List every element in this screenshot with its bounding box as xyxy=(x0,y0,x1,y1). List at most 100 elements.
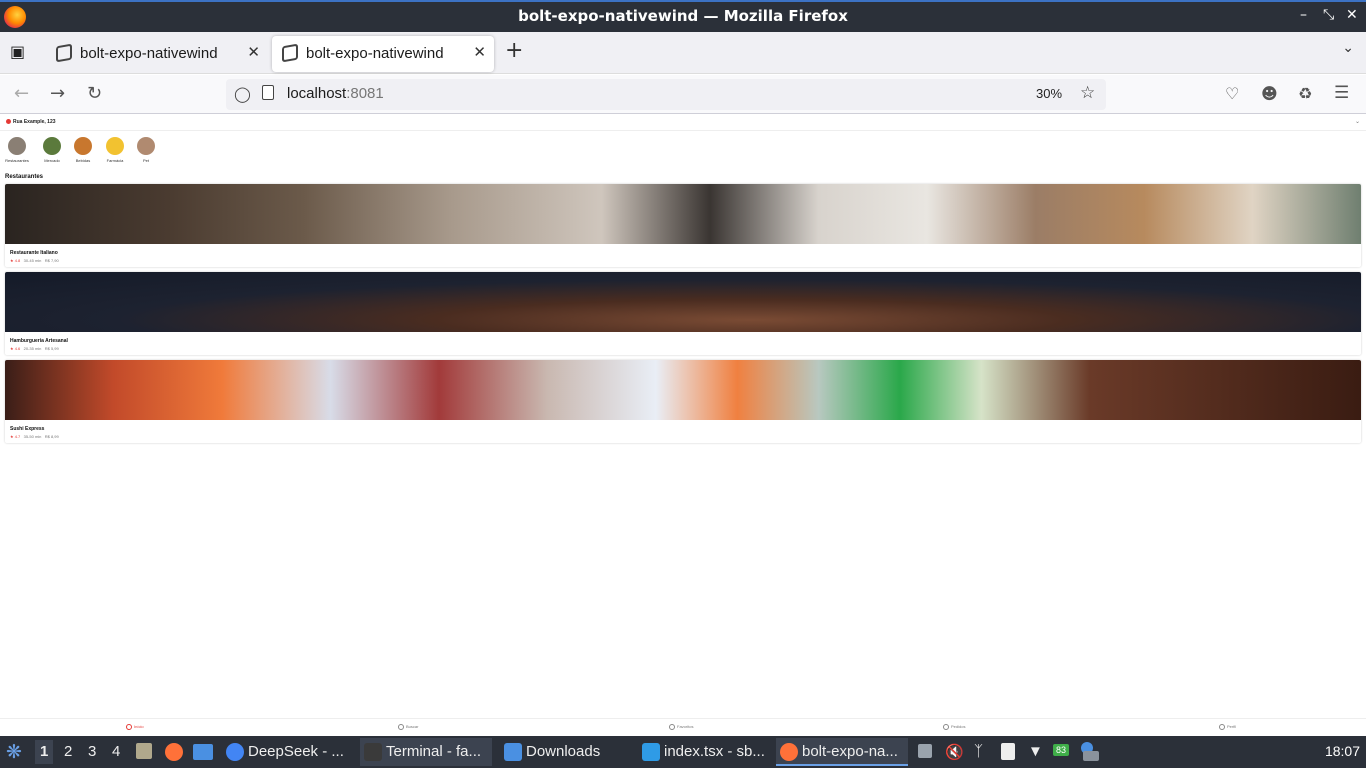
url-text[interactable]: localhost:8081 xyxy=(287,85,384,102)
terminal-icon xyxy=(364,743,382,761)
category-image xyxy=(8,137,26,155)
tab-label: bolt-expo-nativewind xyxy=(306,45,444,62)
restaurant-image xyxy=(5,272,1361,332)
bottom-tab-favorites[interactable]: Favoritos xyxy=(669,724,693,730)
extensions-icon[interactable]: ♻ xyxy=(1298,84,1312,103)
navigation-bar: ← → ↻ ◯ localhost:8081 30% ☆ ♡ ☻ ♻ ☰ xyxy=(0,75,1366,114)
address-header[interactable]: Rua Example, 123 ⌄ xyxy=(0,115,1366,131)
search-icon xyxy=(398,724,404,730)
mute-icon[interactable]: 🔇 xyxy=(945,743,964,761)
url-port: :8081 xyxy=(346,85,384,102)
page-viewport: Rua Example, 123 ⌄ Restaurantes Mercado … xyxy=(0,115,1366,736)
expo-favicon-icon xyxy=(282,43,298,63)
start-menu-icon[interactable]: ❋ xyxy=(6,741,22,764)
clipboard-icon[interactable] xyxy=(1001,743,1015,760)
category-pet[interactable]: Pet xyxy=(133,137,159,163)
restaurant-fee: R$ 5,99 xyxy=(44,346,59,351)
category-image xyxy=(137,137,155,155)
eject-icon[interactable] xyxy=(918,744,932,758)
taskbar-app-firefox[interactable]: bolt-expo-na... xyxy=(776,738,908,766)
taskbar-app-label: bolt-expo-na... xyxy=(802,743,898,760)
chrome-icon xyxy=(226,743,244,761)
wifi-icon[interactable]: ▼ xyxy=(1028,743,1043,760)
vscode-icon xyxy=(642,743,660,761)
close-window-icon[interactable]: ✕ xyxy=(1346,7,1358,23)
bottom-tab-home[interactable]: Início xyxy=(126,724,144,730)
restaurant-rating: ★ 4.6 xyxy=(10,346,21,351)
restaurant-card[interactable]: Sushi Express ★ 4.7 35-50 min R$ 8,99 xyxy=(5,360,1361,443)
battery-indicator[interactable]: 83 xyxy=(1053,744,1070,756)
workspace-2[interactable]: 2 xyxy=(64,743,72,760)
tab-2[interactable]: bolt-expo-nativewind ✕ xyxy=(272,36,494,72)
restaurant-card[interactable]: Restaurante Italiano ★ 4.8 30-45 min R$ … xyxy=(5,184,1361,267)
address-text: Rua Example, 123 xyxy=(13,119,56,125)
close-tab-icon[interactable]: ✕ xyxy=(247,43,260,61)
file-manager-launcher-icon[interactable] xyxy=(136,743,152,759)
firefox-launcher-icon[interactable] xyxy=(165,743,183,761)
bottom-tab-profile[interactable]: Perfil xyxy=(1219,724,1236,730)
bottom-tab-search[interactable]: Buscar xyxy=(398,724,418,730)
taskbar-app-deepseek[interactable]: DeepSeek - ... xyxy=(222,738,354,766)
clock[interactable]: 18:07 xyxy=(1325,743,1360,759)
menu-icon[interactable]: ☰ xyxy=(1334,83,1349,103)
page-info-icon[interactable] xyxy=(262,85,274,100)
bottom-tab-label: Pedidos xyxy=(951,724,966,730)
system-taskbar: ❋ 1 2 3 4 DeepSeek - ... Terminal - fa..… xyxy=(0,736,1366,768)
bottom-tab-label: Buscar xyxy=(406,724,419,730)
category-image xyxy=(43,137,61,155)
back-icon[interactable]: ← xyxy=(14,83,29,104)
tab-1[interactable]: bolt-expo-nativewind ✕ xyxy=(46,36,268,72)
category-label: Pet xyxy=(142,158,149,163)
forward-icon[interactable]: → xyxy=(50,83,65,104)
taskbar-app-label: index.tsx - sb... xyxy=(664,743,765,760)
pocket-icon[interactable]: ♡ xyxy=(1225,84,1239,103)
reload-icon[interactable]: ↻ xyxy=(87,83,102,104)
minimize-icon[interactable]: – xyxy=(1300,7,1307,23)
display-icon[interactable] xyxy=(1083,751,1099,761)
bookmark-star-icon[interactable]: ☆ xyxy=(1080,83,1095,103)
workspace-4[interactable]: 4 xyxy=(112,743,120,760)
category-label: Bebidas xyxy=(75,158,91,163)
desktop-launcher-icon[interactable] xyxy=(193,744,213,760)
tracking-protection-icon[interactable]: ◯ xyxy=(234,85,251,103)
category-image xyxy=(74,137,92,155)
restaurant-name: Sushi Express xyxy=(10,426,45,432)
close-tab-icon[interactable]: ✕ xyxy=(473,43,486,61)
taskbar-app-downloads[interactable]: Downloads xyxy=(500,738,632,766)
restaurant-rating: ★ 4.8 xyxy=(10,258,21,263)
bluetooth-icon[interactable]: ᛉ xyxy=(974,743,983,760)
firefox-view-icon[interactable]: ▣ xyxy=(10,42,30,62)
account-icon[interactable]: ☻ xyxy=(1261,84,1278,103)
restaurant-card[interactable]: Hamburgueria Artesanal ★ 4.6 20-35 min R… xyxy=(5,272,1361,355)
url-bar[interactable]: ◯ localhost:8081 30% ☆ xyxy=(226,79,1106,110)
taskbar-app-label: Downloads xyxy=(526,743,601,760)
bottom-tab-orders[interactable]: Pedidos xyxy=(943,724,965,730)
list-all-tabs-icon[interactable]: ⌄ xyxy=(1342,40,1354,56)
category-restaurantes[interactable]: Restaurantes xyxy=(4,137,30,163)
user-icon xyxy=(1219,724,1225,730)
restaurant-time: 30-45 min xyxy=(23,258,42,263)
restaurant-name: Restaurante Italiano xyxy=(10,250,58,256)
taskbar-app-label: DeepSeek - ... xyxy=(248,743,344,760)
bottom-tab-label: Início xyxy=(134,724,144,730)
taskbar-app-vscode[interactable]: index.tsx - sb... xyxy=(638,738,770,766)
window-title: bolt-expo-nativewind — Mozilla Firefox xyxy=(518,7,848,25)
restaurant-rating: ★ 4.7 xyxy=(10,434,21,439)
chevron-down-icon[interactable]: ⌄ xyxy=(1355,118,1360,125)
url-host: localhost xyxy=(287,85,347,102)
restore-icon[interactable]: ⤡ xyxy=(1323,7,1334,23)
workspace-1[interactable]: 1 xyxy=(35,740,54,764)
window-titlebar: bolt-expo-nativewind — Mozilla Firefox –… xyxy=(0,0,1366,32)
restaurant-fee: R$ 8,99 xyxy=(44,434,59,439)
restaurant-image xyxy=(5,360,1361,420)
taskbar-app-terminal[interactable]: Terminal - fa... xyxy=(360,738,492,766)
restaurant-time: 35-50 min xyxy=(23,434,42,439)
category-farmacia[interactable]: Farmácia xyxy=(102,137,128,163)
zoom-level-button[interactable]: 30% xyxy=(1030,84,1068,103)
new-tab-icon[interactable]: + xyxy=(505,38,523,63)
workspace-3[interactable]: 3 xyxy=(88,743,96,760)
category-mercado[interactable]: Mercado xyxy=(39,137,65,163)
category-bebidas[interactable]: Bebidas xyxy=(70,137,96,163)
restaurant-fee: R$ 7,90 xyxy=(44,258,59,263)
restaurant-meta: ★ 4.7 35-50 min R$ 8,99 xyxy=(10,434,59,439)
